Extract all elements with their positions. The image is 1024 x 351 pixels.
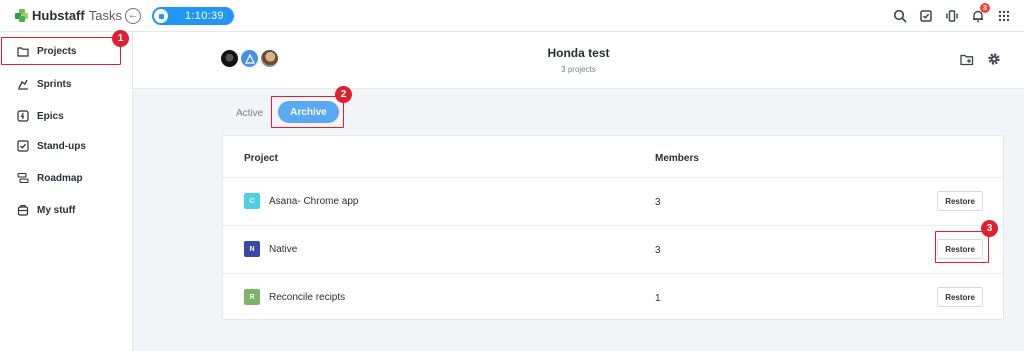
project-cell[interactable]: C Asana- Chrome app [244,193,359,209]
restore-button[interactable]: Restore [937,191,983,211]
vibrate-icon[interactable] [944,8,960,24]
table-row: N Native 3 Restore [223,225,1003,273]
project-name: Native [269,243,298,255]
sprint-icon [17,78,29,90]
project-name: Asana- Chrome app [269,195,359,207]
sidebar-item-stand-ups[interactable]: Stand-ups [0,131,132,161]
collapse-sidebar-button[interactable]: ← [125,8,141,24]
project-initial-badge: R [244,289,260,305]
sidebar-item-sprints[interactable]: Sprints [0,69,132,99]
sidebar-item-roadmap[interactable]: Roadmap [0,163,132,193]
step-marker-3: 3 [981,220,998,237]
members-count: 1 [655,293,661,304]
gear-icon[interactable] [986,51,1002,67]
sidebar-item-label: My stuff [37,204,76,216]
step-marker-1: 1 [112,30,129,47]
epic-icon [17,110,29,122]
table-row: R Reconcile recipts 1 Restore [223,273,1003,321]
sidebar-item-label: Epics [37,110,64,122]
header-actions [959,51,1002,67]
column-header-project: Project [244,153,278,164]
top-icons: 3 [892,3,1012,24]
sidebar-item-label: Stand-ups [37,140,86,152]
tab-active[interactable]: Active [236,108,263,119]
project-header: Honda test 3 projects [133,32,1024,89]
stop-icon[interactable] [154,9,168,23]
arrow-left-icon: ← [128,10,138,21]
project-cell[interactable]: N Native [244,241,297,257]
checkbox-icon [17,140,29,152]
app-brand: Hubstaff [32,8,85,23]
tasks-check-icon[interactable] [918,8,934,24]
highlight-archive-tab [271,96,344,128]
apps-grid-icon[interactable] [996,8,1012,24]
members-count: 3 [655,197,661,208]
table-row: C Asana- Chrome app 3 Restore [223,177,1003,225]
add-folder-icon[interactable] [959,51,975,67]
app-product: Tasks [88,8,122,23]
projects-table: Project Members C Asana- Chrome app 3 Re… [222,135,1004,320]
timer-value: 1:10:39 [185,10,224,22]
sidebar-item-epics[interactable]: Epics [0,101,132,131]
bell-icon[interactable]: 3 [970,3,990,24]
search-icon[interactable] [892,8,908,24]
main-content: Active Archive Project Members C Asana- … [133,89,1024,351]
page-title: Honda test [547,46,610,60]
highlight-projects [1,37,121,65]
project-cell[interactable]: R Reconcile recipts [244,289,345,305]
top-bar: Hubstaff Tasks ← 1:10:39 3 [0,0,1024,32]
timer-pill[interactable]: 1:10:39 [152,7,234,25]
sidebar: Projects Sprints Epics Stand-ups Roadmap [0,32,133,351]
sidebar-item-my-stuff[interactable]: My stuff [0,195,132,225]
notification-badge: 3 [980,3,990,13]
app-window: Hubstaff Tasks ← 1:10:39 3 Projects Spri… [0,0,1024,351]
step-marker-2: 2 [335,86,352,103]
project-name: Reconcile recipts [269,291,346,303]
backpack-icon [17,204,29,216]
sidebar-item-label: Sprints [37,78,72,90]
project-initial-badge: C [244,193,260,209]
hubstaff-logo-icon [15,9,28,22]
column-header-members: Members [655,153,699,164]
roadmap-icon [17,172,29,184]
sidebar-item-label: Roadmap [37,172,83,184]
app-logo[interactable]: Hubstaff Tasks [15,8,122,23]
highlight-restore-button [935,231,989,263]
project-initial-badge: N [244,241,260,257]
members-count: 3 [655,245,661,256]
project-title-block: Honda test 3 projects [133,46,1024,74]
restore-button[interactable]: Restore [937,287,983,307]
page-subtitle: 3 projects [561,65,596,74]
